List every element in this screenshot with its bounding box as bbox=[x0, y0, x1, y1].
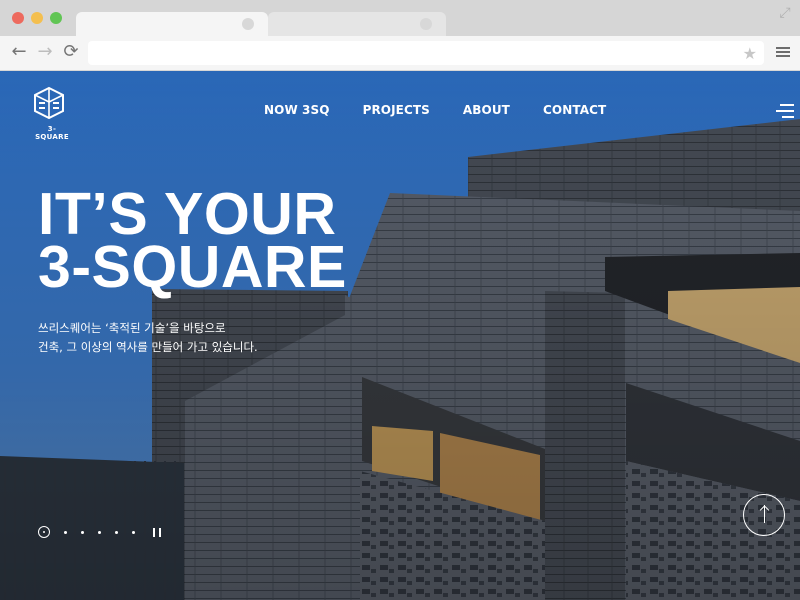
subcopy-line-1: 쓰리스퀘어는 ‘축적된 기술’을 바탕으로 bbox=[38, 321, 226, 335]
slide-dot[interactable] bbox=[98, 530, 101, 534]
slide-dot[interactable] bbox=[132, 530, 135, 534]
slide-dot[interactable] bbox=[115, 530, 118, 534]
minimize-window-button[interactable] bbox=[31, 12, 43, 24]
hamburger-icon[interactable] bbox=[776, 103, 794, 118]
pause-icon[interactable] bbox=[153, 527, 161, 537]
tab-close-icon[interactable] bbox=[420, 18, 432, 30]
hero-subcopy: 쓰리스퀘어는 ‘축적된 기술’을 바탕으로 건축, 그 이상의 역사를 만들어 … bbox=[38, 319, 258, 357]
tab-close-icon[interactable] bbox=[242, 18, 254, 30]
slide-dot[interactable] bbox=[64, 530, 67, 534]
reload-button[interactable]: ⟳ bbox=[62, 43, 80, 61]
back-button[interactable]: ← bbox=[10, 43, 28, 61]
logo-cube-icon bbox=[34, 86, 64, 120]
browser-tab-active[interactable] bbox=[76, 12, 268, 36]
site-logo[interactable]: 3-SQUARE bbox=[31, 86, 71, 146]
browser-menu-icon[interactable] bbox=[776, 45, 790, 59]
close-window-button[interactable] bbox=[12, 12, 24, 24]
forward-button[interactable]: → bbox=[36, 43, 54, 61]
window-controls bbox=[12, 12, 62, 24]
nav-contact[interactable]: CONTACT bbox=[543, 103, 606, 121]
tab-bar: ⤢ bbox=[0, 0, 800, 36]
browser-toolbar: ← → ⟳ ★ bbox=[0, 36, 800, 71]
fullscreen-icon[interactable]: ⤢ bbox=[778, 6, 792, 20]
website-viewport: 3-SQUARE NOW 3SQ PROJECTS ABOUT CONTACT … bbox=[0, 71, 800, 600]
logo-text: 3-SQUARE bbox=[35, 125, 69, 141]
arrow-up-icon bbox=[764, 505, 765, 523]
maximize-window-button[interactable] bbox=[50, 12, 62, 24]
address-bar[interactable]: ★ bbox=[88, 41, 764, 65]
star-icon[interactable]: ★ bbox=[743, 44, 757, 63]
nav-now-3sq[interactable]: NOW 3SQ bbox=[264, 103, 330, 121]
nav-about[interactable]: ABOUT bbox=[463, 103, 510, 121]
main-navigation: NOW 3SQ PROJECTS ABOUT CONTACT bbox=[264, 103, 606, 121]
nav-projects[interactable]: PROJECTS bbox=[363, 103, 430, 121]
browser-tab-inactive[interactable] bbox=[268, 12, 446, 36]
slider-pagination bbox=[38, 526, 161, 538]
slide-dot-active[interactable] bbox=[38, 526, 50, 538]
browser-window: ⤢ ← → ⟳ ★ 3-SQUARE NOW 3SQ PROJECTS ABOU… bbox=[0, 0, 800, 600]
slide-dot[interactable] bbox=[81, 530, 84, 534]
scroll-top-button[interactable] bbox=[743, 494, 785, 536]
headline-line-2: 3-SQUARE bbox=[38, 234, 347, 300]
subcopy-line-2: 건축, 그 이상의 역사를 만들어 가고 있습니다. bbox=[38, 340, 258, 354]
hero-headline: IT’S YOUR 3-SQUARE bbox=[38, 185, 347, 300]
